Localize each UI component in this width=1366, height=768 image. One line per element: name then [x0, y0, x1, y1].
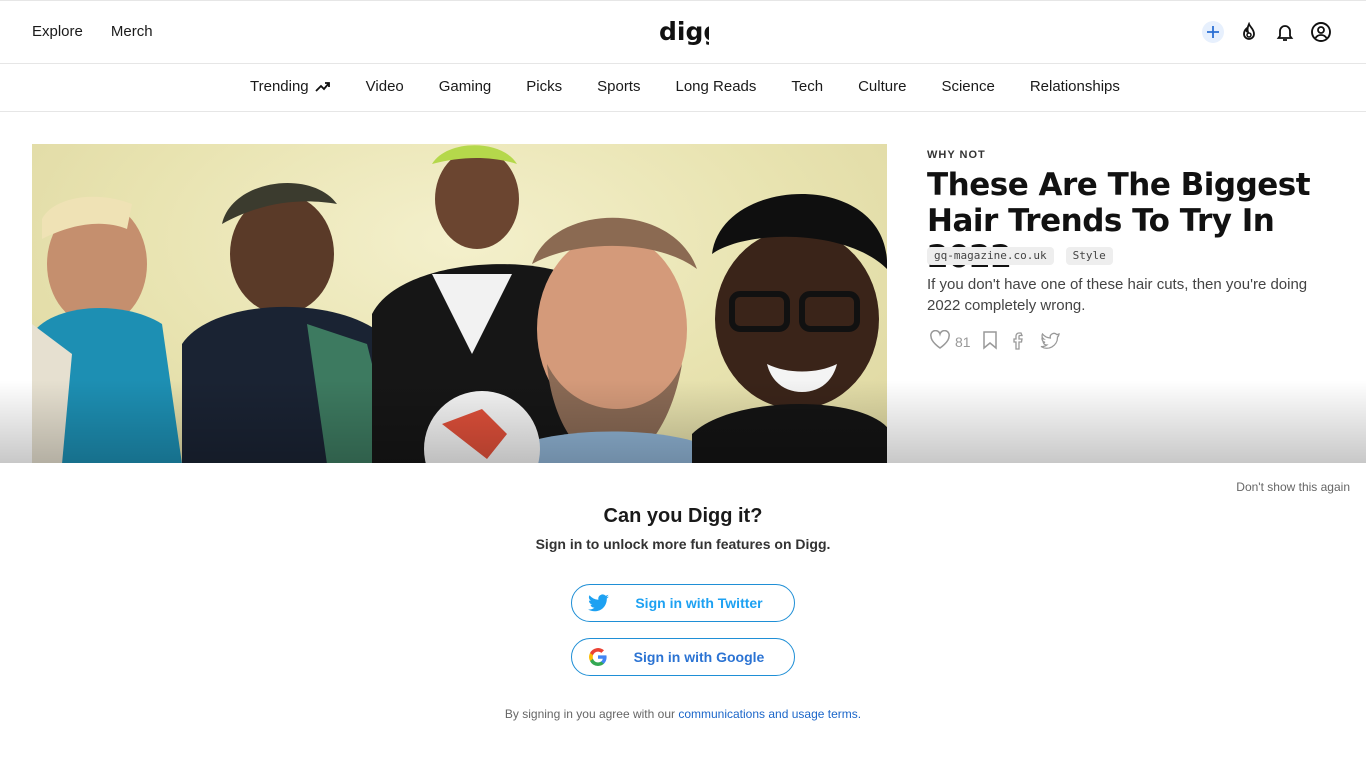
category-gaming[interactable]: Gaming — [439, 78, 492, 95]
category-tech[interactable]: Tech — [791, 78, 823, 95]
google-button-label: Sign in with Google — [633, 649, 765, 665]
nav-merch[interactable]: Merch — [111, 23, 153, 40]
facebook-icon[interactable] — [1009, 330, 1029, 353]
category-relationships[interactable]: Relationships — [1030, 78, 1120, 95]
signin-google-button[interactable]: Sign in with Google — [571, 638, 795, 676]
story-tags: gq-magazine.co.uk Style — [927, 247, 1113, 265]
dont-show-again-link[interactable]: Don't show this again — [1236, 480, 1350, 494]
top-nav: Explore Merch — [32, 23, 153, 40]
category-culture[interactable]: Culture — [858, 78, 906, 95]
terms-prefix: By signing in you agree with our — [504, 707, 679, 721]
twitter-button-label: Sign in with Twitter — [635, 595, 763, 611]
category-science[interactable]: Science — [941, 78, 994, 95]
story-kicker: WHY NOT — [927, 149, 986, 161]
category-label: Trending — [250, 78, 309, 95]
signin-modal: Don't show this again Can you Digg it? S… — [0, 463, 1366, 768]
category-video[interactable]: Video — [366, 78, 404, 95]
nav-explore[interactable]: Explore — [32, 23, 83, 40]
signin-twitter-button[interactable]: Sign in with Twitter — [571, 584, 795, 622]
user-icon[interactable] — [1310, 21, 1332, 43]
modal-subtitle: Sign in to unlock more fun features on D… — [535, 536, 831, 552]
category-long-reads[interactable]: Long Reads — [675, 78, 756, 95]
digg-fire-icon[interactable] — [1238, 21, 1260, 43]
category-bar: Trending Video Gaming Picks Sports Long … — [0, 64, 1366, 112]
terms-text: By signing in you agree with our communi… — [0, 707, 1366, 721]
category-picks[interactable]: Picks — [526, 78, 562, 95]
svg-text:digg: digg — [659, 18, 709, 46]
category-tag[interactable]: Style — [1065, 247, 1113, 265]
plus-icon[interactable] — [1202, 21, 1224, 43]
category-sports[interactable]: Sports — [597, 78, 640, 95]
modal-title: Can you Digg it? — [603, 505, 763, 527]
twitter-share-icon[interactable] — [1039, 330, 1061, 353]
terms-link[interactable]: communications and usage terms. — [678, 707, 861, 721]
bookmark-icon[interactable] — [981, 330, 999, 353]
like-count: 81 — [955, 333, 971, 350]
digg-logo[interactable]: digg — [659, 17, 721, 53]
category-trending[interactable]: Trending — [250, 78, 331, 95]
story-actions: 81 — [929, 329, 1061, 353]
overlay-shade — [0, 380, 1366, 464]
category-nav: Trending Video Gaming Picks Sports Long … — [250, 78, 1155, 95]
header-icons — [1202, 21, 1332, 43]
source-tag[interactable]: gq-magazine.co.uk — [927, 247, 1054, 265]
trending-icon — [315, 81, 330, 92]
top-bar: Explore Merch digg — [0, 0, 1366, 64]
heart-icon[interactable] — [929, 329, 951, 353]
bell-icon[interactable] — [1274, 21, 1296, 43]
story-summary: If you don't have one of these hair cuts… — [927, 276, 1308, 314]
